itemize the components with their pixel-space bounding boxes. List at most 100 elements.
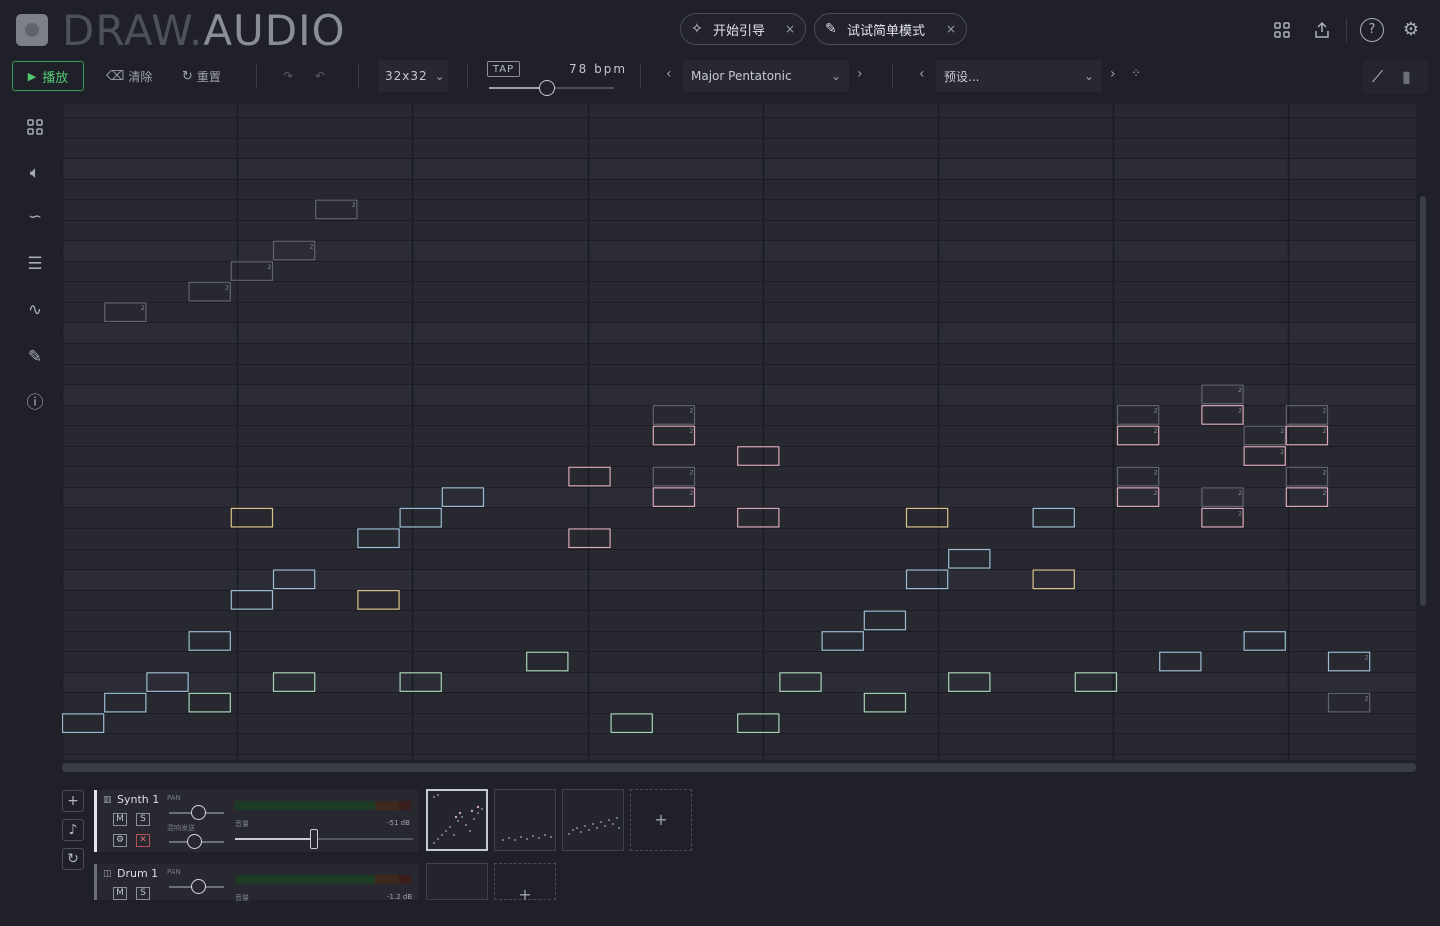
add-drum-pattern-button[interactable]: +: [494, 863, 556, 904]
mute-button[interactable]: M: [113, 887, 127, 900]
note-block[interactable]: [610, 713, 653, 734]
note-block[interactable]: [1285, 466, 1329, 487]
tempo-slider-thumb[interactable]: [539, 80, 555, 96]
pan-knob[interactable]: [191, 805, 206, 820]
path-view-icon[interactable]: ⟋: [1372, 67, 1383, 87]
mixer-sliders-icon[interactable]: ☰: [22, 251, 48, 277]
note-velocity-label: 2: [690, 428, 694, 435]
note-block[interactable]: [905, 507, 949, 528]
play-button[interactable]: ▶ 播放: [12, 61, 84, 91]
delete-track-icon[interactable]: ✕: [136, 834, 150, 847]
note-block[interactable]: [652, 425, 696, 446]
note-block[interactable]: [948, 548, 991, 569]
share-icon[interactable]: [1310, 18, 1334, 42]
help-icon[interactable]: ?: [1360, 18, 1384, 42]
note-block[interactable]: [568, 466, 611, 487]
note-block[interactable]: [188, 631, 231, 651]
note-block[interactable]: [104, 302, 147, 323]
grid-size-select[interactable]: 32x32 ⌄: [378, 60, 448, 92]
vertical-scrollbar[interactable]: [1420, 196, 1426, 606]
view-toggle[interactable]: ⟋ ▮: [1362, 60, 1428, 94]
note-block[interactable]: [1327, 651, 1371, 672]
volume-slider-thumb[interactable]: [310, 829, 318, 849]
note-block[interactable]: [737, 446, 780, 466]
note-velocity-label: 2: [690, 490, 694, 497]
solo-button[interactable]: S: [136, 887, 150, 900]
track-drum-1[interactable]: ◫ Drum 1 PAN M S 音量 -1.2 dB: [94, 864, 418, 902]
note-block[interactable]: [1285, 405, 1329, 425]
info-icon[interactable]: ⓘ: [22, 390, 48, 416]
note-block[interactable]: [863, 610, 907, 631]
note-block[interactable]: [568, 528, 611, 549]
scale-next-icon[interactable]: ›: [857, 66, 863, 82]
preset-prev-icon[interactable]: ‹: [919, 66, 925, 82]
note-block[interactable]: [188, 692, 231, 713]
note-block[interactable]: [1159, 651, 1202, 672]
guide-close-icon[interactable]: ×: [785, 22, 795, 36]
pan-knob[interactable]: [191, 879, 206, 894]
note-block[interactable]: [1243, 425, 1286, 446]
undo-icon[interactable]: ↶: [315, 61, 325, 91]
simple-mode-close-icon[interactable]: ×: [946, 22, 956, 36]
note-block[interactable]: [821, 631, 864, 651]
pattern-clip-1[interactable]: [426, 789, 488, 851]
note-block[interactable]: [62, 713, 105, 734]
note-block[interactable]: [104, 692, 147, 713]
note-block[interactable]: [737, 713, 780, 734]
note-block[interactable]: [1116, 466, 1160, 487]
reset-button[interactable]: ↻ 重置: [182, 61, 221, 91]
bar-view-icon[interactable]: ▮: [1402, 67, 1411, 86]
grid-tool-icon[interactable]: [22, 114, 48, 140]
tap-tempo-button[interactable]: TAP: [487, 61, 520, 77]
drum-pattern-clip-1[interactable]: [426, 863, 488, 900]
pattern-clip-3[interactable]: [562, 789, 624, 851]
note-block[interactable]: [1327, 692, 1371, 713]
note-block[interactable]: [652, 405, 696, 425]
note-block[interactable]: [737, 507, 780, 528]
note-block[interactable]: [1201, 405, 1244, 425]
note-block[interactable]: [1243, 631, 1286, 651]
note-block[interactable]: [652, 466, 696, 487]
preset-next-icon[interactable]: ›: [1110, 66, 1116, 82]
track-sound-icon[interactable]: ♪: [62, 819, 84, 841]
waveform-icon[interactable]: ∿: [22, 297, 48, 323]
note-block[interactable]: [1285, 425, 1329, 446]
scale-select[interactable]: Major Pentatonic ⌄: [683, 60, 849, 92]
note-block[interactable]: [1032, 507, 1075, 528]
note-block[interactable]: [863, 692, 907, 713]
piano-roll-canvas[interactable]: 2 2 2 2 2 2 2 2 2 2 2 2 2 2 2 2 2 2 2 2 2 2 2 2 2: [62, 104, 1416, 760]
track-settings-icon[interactable]: ⚙: [113, 834, 127, 847]
shuffle-icon[interactable]: ⁘: [1131, 66, 1141, 80]
note-block[interactable]: [315, 199, 358, 220]
reverb-send-knob[interactable]: [187, 834, 202, 849]
track-synth-1[interactable]: ▥ Synth 1 PAN 混响发送 M S ⚙ ✕ 音量 -51 dB: [94, 790, 418, 852]
mute-button[interactable]: M: [113, 813, 127, 826]
horizontal-scrollbar[interactable]: [62, 763, 1416, 772]
note-block[interactable]: [1116, 405, 1160, 425]
note-block[interactable]: [1201, 507, 1244, 528]
guide-button[interactable]: ✧ 开始引导 ×: [680, 13, 806, 45]
preset-select[interactable]: 预设... ⌄: [936, 60, 1102, 92]
grid-view-icon[interactable]: [1270, 18, 1294, 42]
note-block[interactable]: [399, 507, 442, 528]
simple-mode-button[interactable]: ✎ 试试简单模式 ×: [814, 13, 967, 45]
note-block[interactable]: [188, 281, 231, 302]
note-block[interactable]: [357, 528, 400, 549]
add-track-button[interactable]: +: [62, 790, 84, 812]
note-block[interactable]: [1243, 446, 1286, 466]
solo-button[interactable]: S: [136, 813, 150, 826]
clear-button[interactable]: ⌫ 清除: [106, 61, 152, 91]
pattern-clip-2[interactable]: [494, 789, 556, 851]
note-block[interactable]: [1116, 425, 1160, 446]
redo-icon[interactable]: ↷: [283, 61, 293, 91]
scale-prev-icon[interactable]: ‹: [666, 66, 672, 82]
curve-icon[interactable]: ∽: [22, 204, 48, 230]
note-block[interactable]: [526, 651, 569, 672]
settings-gear-icon[interactable]: ⚙: [1399, 18, 1423, 42]
pencil-icon[interactable]: ✎: [22, 344, 48, 370]
loop-icon[interactable]: ↻: [62, 848, 84, 870]
piano-roll-grid[interactable]: 2 2 2 2 2 2 2 2 2 2 2 2 2 2 2 2 2 2 2 2 2 2 2 2 2: [62, 104, 1416, 760]
add-pattern-button[interactable]: +: [630, 789, 692, 851]
speaker-icon[interactable]: 🔈︎: [22, 160, 48, 186]
note-block[interactable]: [357, 590, 400, 610]
